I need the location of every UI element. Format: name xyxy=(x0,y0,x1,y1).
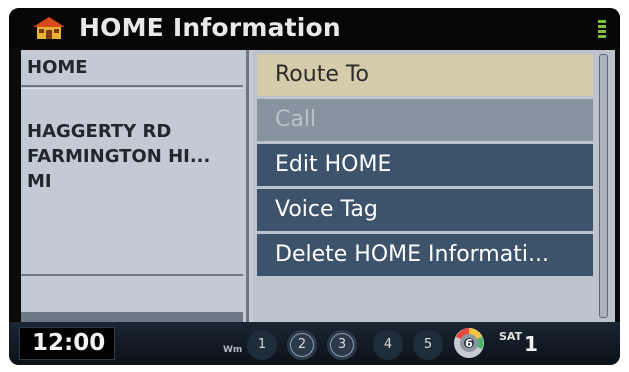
panel-bottom-bar xyxy=(21,312,243,322)
cd-disc-icon[interactable]: 6 xyxy=(452,326,486,360)
page-title: HOME Information xyxy=(79,13,341,42)
clock: 12:00 xyxy=(19,327,115,360)
address-city: FARMINGTON HI... xyxy=(27,146,211,167)
status-bar: 12:00 Wm 1 2 3 4 5 6 SAT 1 xyxy=(9,322,620,365)
address-street: HAGGERTY RD xyxy=(27,121,172,142)
signal-strength-icon xyxy=(598,20,606,38)
divider-highlight xyxy=(21,88,243,89)
menu-item-edit-home[interactable]: Edit HOME xyxy=(257,144,593,186)
menu-item-route-to[interactable]: Route To xyxy=(257,54,593,96)
head-unit-screen: HOME Information HOME HAGGERTY RD FARMIN… xyxy=(9,8,620,365)
menu-item-voice-tag[interactable]: Voice Tag xyxy=(257,189,593,231)
preset-1[interactable]: 1 xyxy=(247,330,277,360)
title-bar: HOME Information xyxy=(9,8,620,48)
preset-2[interactable]: 2 xyxy=(287,330,317,360)
panel-separator xyxy=(243,50,253,322)
preset-4[interactable]: 4 xyxy=(373,330,403,360)
divider xyxy=(21,274,243,276)
preset-3[interactable]: 3 xyxy=(327,330,357,360)
home-icon xyxy=(33,17,65,39)
menu-item-call[interactable]: Call xyxy=(257,99,593,141)
disc-number: 6 xyxy=(465,337,473,350)
divider xyxy=(21,85,243,87)
options-menu: Route To Call Edit HOME Voice Tag Delete… xyxy=(253,50,595,322)
sat-channel: 1 xyxy=(524,332,538,356)
scrollbar-track[interactable] xyxy=(599,54,608,318)
scrollbar-thumb[interactable] xyxy=(600,55,607,317)
scrollbar[interactable] xyxy=(595,50,615,322)
address-state: MI xyxy=(27,171,52,192)
menu-item-delete-home-information[interactable]: Delete HOME Informati... xyxy=(257,234,593,276)
destination-name: HOME xyxy=(27,57,88,78)
sat-label: SAT xyxy=(499,330,523,343)
address-details-panel: HOME HAGGERTY RD FARMINGTON HI... MI xyxy=(21,50,243,322)
band-label: Wm xyxy=(223,345,243,355)
preset-5[interactable]: 5 xyxy=(413,330,443,360)
